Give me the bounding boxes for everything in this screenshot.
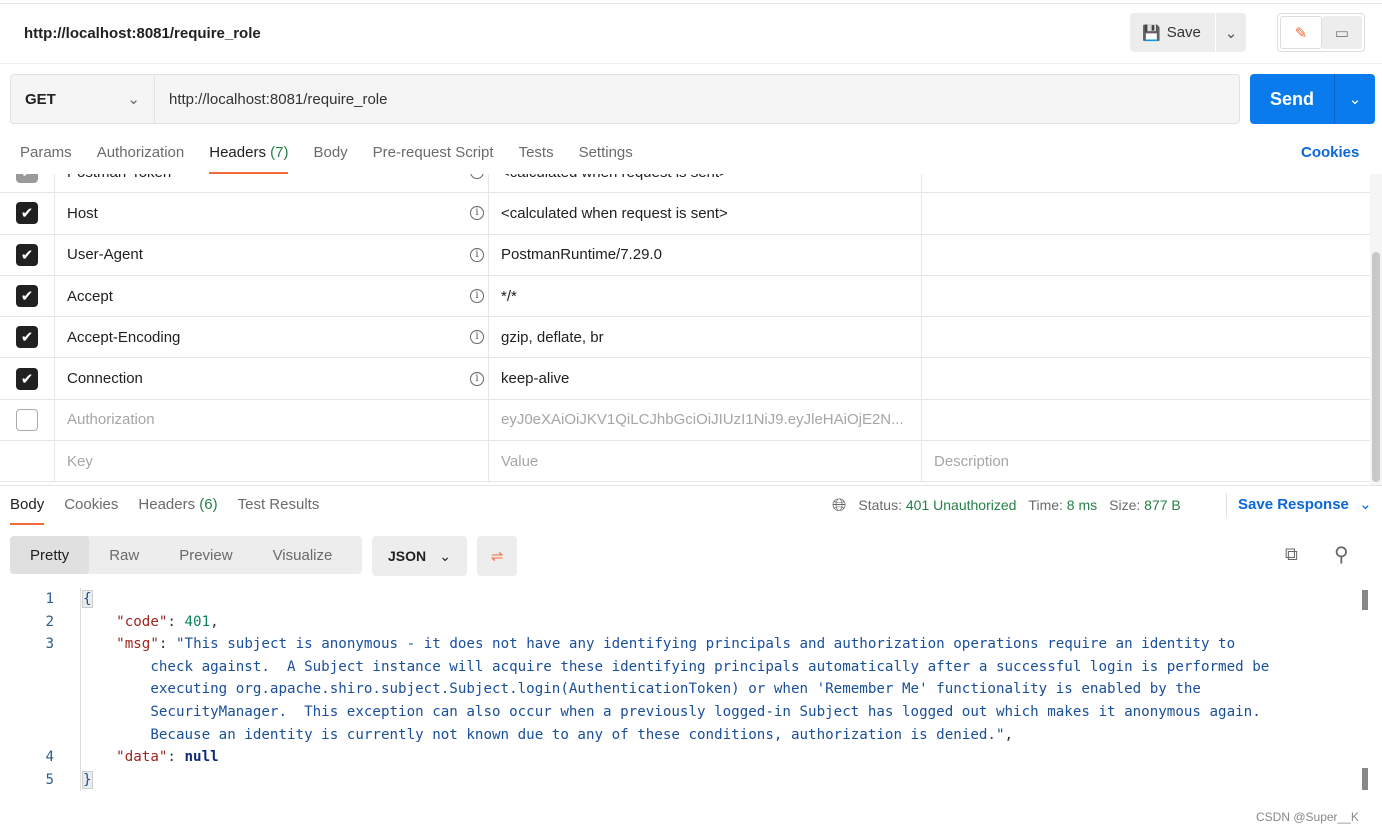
info-icon[interactable]: i	[470, 174, 484, 180]
save-response-button[interactable]: Save Response ⌄	[1226, 493, 1372, 517]
response-tab-cookies[interactable]: Cookies	[54, 485, 128, 525]
response-tabs: Body Cookies Headers (6) Test Results	[0, 485, 329, 525]
save-group: 💾 Save ⌄	[1130, 13, 1246, 52]
header-checkbox[interactable]: ✔	[16, 367, 38, 390]
header-key[interactable]: Connection i	[55, 358, 489, 399]
format-select[interactable]: JSON ⌄	[372, 536, 467, 576]
url-bar: GET ⌄ http://localhost:8081/require_role	[10, 74, 1240, 124]
save-button[interactable]: 💾 Save	[1130, 13, 1216, 52]
info-icon[interactable]: i	[470, 206, 484, 221]
header-key[interactable]: Postman-Tokeni	[55, 174, 489, 193]
status-value[interactable]: 401 Unauthorized	[906, 497, 1017, 513]
info-icon[interactable]: i	[470, 289, 484, 304]
size-value[interactable]: 877 B	[1144, 497, 1181, 513]
request-tabs: Params Authorization Headers (7) Body Pr…	[0, 130, 648, 174]
header-value[interactable]: */*	[489, 275, 922, 317]
header-checkbox[interactable]: ✔	[16, 285, 38, 308]
header-checkbox[interactable]	[16, 408, 38, 431]
header-row: Authorization eyJ0eXAiOiJKV1QiLCJhbGciOi…	[0, 399, 1370, 442]
header-value[interactable]: keep-alive	[489, 358, 922, 399]
view-raw[interactable]: Raw	[89, 536, 159, 574]
header-key[interactable]: Accept i	[55, 275, 489, 317]
url-input[interactable]: http://localhost:8081/require_role	[155, 75, 1239, 123]
copy-icon[interactable]: ⧉	[1285, 544, 1298, 565]
mode-toggle: ✎ ▭	[1277, 13, 1365, 52]
headers-table: ✔ Postman-Tokeni <calculated when reques…	[0, 174, 1370, 485]
method-select[interactable]: GET ⌄	[11, 75, 155, 123]
cookies-link[interactable]: Cookies	[1301, 130, 1359, 176]
chevron-down-icon: ⌄	[439, 547, 451, 564]
comment-icon[interactable]: ▭	[1322, 16, 1362, 49]
watermark: CSDN @Super__K	[1256, 810, 1359, 824]
header-description[interactable]	[922, 235, 1370, 275]
header-row: ✔ Host i <calculated when request is sent…	[0, 193, 1370, 235]
header-value[interactable]: PostmanRuntime/7.29.0	[489, 234, 922, 275]
header-row: ✔ Postman-Tokeni <calculated when reques…	[0, 174, 1370, 194]
tab-headers[interactable]: Headers (7)	[199, 130, 298, 174]
header-description[interactable]	[922, 193, 1370, 233]
description-input[interactable]: Description	[922, 441, 1370, 481]
globe-icon[interactable]: 🌐︎	[832, 485, 846, 525]
header-description[interactable]	[922, 174, 1370, 192]
header-value[interactable]: <calculated when request is sent>	[489, 174, 922, 193]
view-mode-group: Pretty Raw Preview Visualize	[10, 536, 362, 574]
tab-tests[interactable]: Tests	[509, 130, 564, 174]
header-row: ✔ User-Agent i PostmanRuntime/7.29.0	[0, 234, 1370, 276]
request-title: http://localhost:8081/require_role	[24, 25, 261, 42]
save-dropdown-chevron-icon[interactable]: ⌄	[1216, 13, 1246, 52]
header-row: ✔ Connection i keep-alive	[0, 358, 1370, 400]
response-tab-body[interactable]: Body	[0, 485, 54, 525]
chevron-down-icon: ⌄	[1359, 496, 1372, 513]
header-value[interactable]: <calculated when request is sent>	[489, 193, 922, 234]
tab-settings[interactable]: Settings	[569, 130, 643, 174]
header-key[interactable]: Host i	[55, 193, 489, 234]
scrollbar-thumb[interactable]	[1372, 252, 1380, 482]
headers-scrollbar[interactable]	[1370, 174, 1382, 485]
tab-params[interactable]: Params	[0, 130, 82, 174]
header-checkbox[interactable]: ✔	[16, 243, 38, 266]
code-scrollbar[interactable]	[1362, 588, 1370, 793]
view-preview[interactable]: Preview	[159, 536, 252, 574]
save-icon: 💾	[1142, 24, 1161, 42]
tab-pre-request-script[interactable]: Pre-request Script	[363, 130, 504, 174]
view-visualize[interactable]: Visualize	[253, 536, 353, 574]
info-icon[interactable]: i	[470, 371, 484, 386]
header-key[interactable]: Authorization	[55, 399, 489, 441]
info-icon[interactable]: i	[470, 247, 484, 262]
header-checkbox[interactable]: ✔	[16, 326, 38, 349]
header-checkbox[interactable]: ✔	[16, 202, 38, 225]
divider	[0, 63, 1382, 64]
tab-body[interactable]: Body	[303, 130, 357, 174]
code-gutter-line	[80, 588, 81, 791]
send-button[interactable]: Send	[1250, 74, 1335, 124]
info-icon[interactable]: i	[470, 330, 484, 345]
header-description[interactable]	[922, 317, 1370, 357]
value-input[interactable]: Value	[489, 441, 922, 482]
search-icon[interactable]: ⚲	[1334, 542, 1349, 567]
new-header-row: Key Value Description	[0, 441, 1370, 483]
header-checkbox[interactable]: ✔	[16, 174, 38, 184]
wrap-lines-icon[interactable]: ⇌	[477, 536, 517, 576]
time-value[interactable]: 8 ms	[1067, 497, 1097, 513]
header-value[interactable]: gzip, deflate, br	[489, 317, 922, 358]
header-value[interactable]: eyJ0eXAiOiJKV1QiLCJhbGciOiJIUzI1NiJ9.eyJ…	[489, 399, 922, 441]
window-top-strip	[0, 0, 1382, 4]
key-input[interactable]: Key	[55, 441, 489, 482]
edit-pencil-icon[interactable]: ✎	[1280, 16, 1322, 49]
response-status: 🌐︎ Status: 401 Unauthorized Time: 8 ms S…	[832, 485, 1181, 525]
header-description[interactable]	[922, 358, 1370, 398]
header-description[interactable]	[922, 400, 1370, 440]
header-key[interactable]: User-Agent i	[55, 234, 489, 275]
header-key[interactable]: Accept-Encoding i	[55, 317, 489, 358]
header-description[interactable]	[922, 276, 1370, 316]
send-dropdown-chevron-icon[interactable]: ⌄	[1335, 74, 1375, 124]
response-tab-headers[interactable]: Headers (6)	[128, 485, 227, 525]
send-group: Send ⌄	[1250, 74, 1375, 124]
response-tab-test-results[interactable]: Test Results	[228, 485, 330, 525]
tab-authorization[interactable]: Authorization	[87, 130, 195, 174]
header-row: ✔ Accept i */*	[0, 275, 1370, 318]
view-pretty[interactable]: Pretty	[10, 536, 90, 574]
header-row: ✔ Accept-Encoding i gzip, deflate, br	[0, 317, 1370, 359]
chevron-down-icon: ⌄	[127, 91, 140, 108]
